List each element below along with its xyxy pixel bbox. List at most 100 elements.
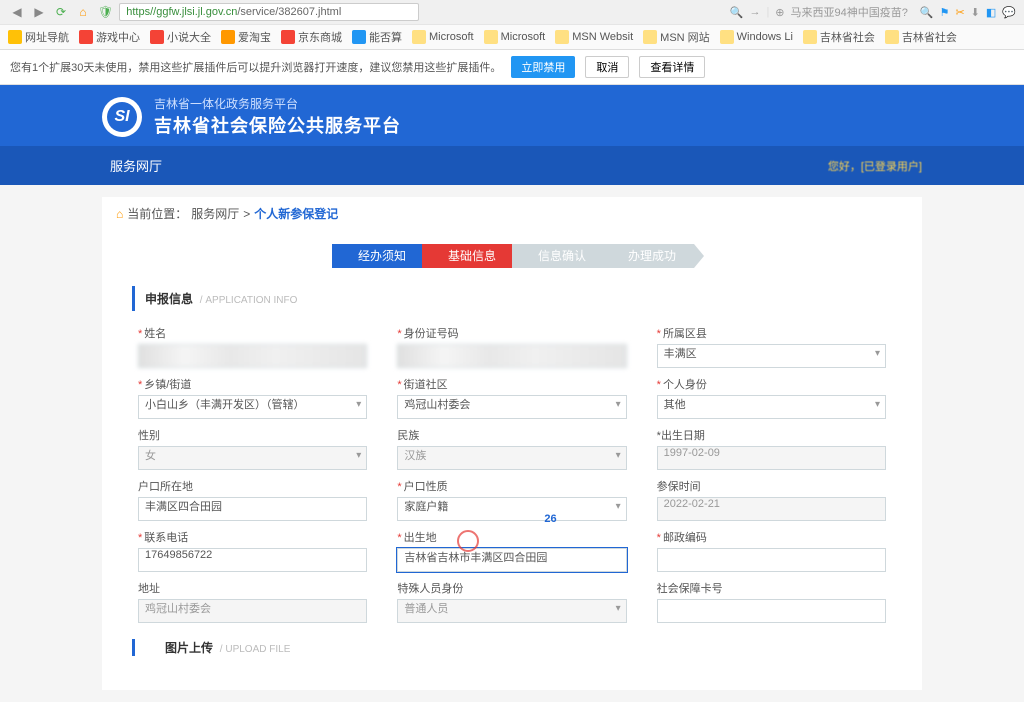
bookmark-item[interactable]: Windows Li: [720, 30, 793, 44]
hukou-type-select[interactable]: 家庭户籍: [397, 497, 626, 521]
bookmark-item[interactable]: MSN 网站: [643, 29, 710, 45]
logo-icon: SI: [102, 97, 142, 137]
bookmark-item[interactable]: Microsoft: [484, 30, 546, 44]
nation-select[interactable]: 汉族: [397, 446, 626, 470]
phone-input[interactable]: 17649856722: [138, 548, 367, 572]
postcode-input[interactable]: [657, 548, 886, 572]
idcard-input[interactable]: [397, 344, 626, 368]
section-application-info: 申报信息 / APPLICATION INFO: [132, 286, 892, 311]
field-township: *乡镇/街道小白山乡（丰满开发区）（管辖）: [138, 376, 367, 419]
step-basic-info: 基础信息: [422, 244, 514, 268]
name-input[interactable]: [138, 344, 367, 368]
folder-icon: [484, 30, 498, 44]
identity-select[interactable]: 其他: [657, 395, 886, 419]
sscard-input[interactable]: [657, 599, 886, 623]
nav-tab-service[interactable]: 服务网厅: [102, 152, 170, 179]
folder-icon: [555, 30, 569, 44]
cancel-button[interactable]: 取消: [585, 56, 629, 78]
site-icon: ⊕: [775, 6, 784, 19]
url-path: /service/382607.jhtml: [237, 6, 341, 18]
field-sscard: 社会保障卡号: [657, 580, 886, 623]
home-icon: ⌂: [116, 207, 123, 221]
field-gender: 性别女: [138, 427, 367, 470]
community-select[interactable]: 鸡冠山村委会: [397, 395, 626, 419]
star-icon: [8, 30, 22, 44]
bookmark-item[interactable]: 小说大全: [150, 29, 211, 45]
bookmark-item[interactable]: 网址导航: [8, 29, 69, 45]
bookmark-item[interactable]: MSN Websit: [555, 30, 633, 44]
field-hukou-addr: 户口所在地丰满区四合田园: [138, 478, 367, 521]
step-confirm: 信息确认: [512, 244, 604, 268]
scissors-icon[interactable]: ✂: [955, 6, 964, 19]
download-icon[interactable]: ⬇: [971, 6, 980, 19]
field-insure-time: 参保时间2022-02-21: [657, 478, 886, 521]
search-hint: 🔍: [730, 6, 744, 19]
news-text[interactable]: 马来西亚94神中国疫苗?: [791, 4, 908, 20]
url-domain: //ggfw.jlsi.jl.gov.cn: [150, 6, 237, 18]
field-phone: *联系电话17649856722: [138, 529, 367, 572]
field-nation: 民族汉族: [397, 427, 626, 470]
bookmark-item[interactable]: 吉林省社会: [803, 29, 875, 45]
field-identity: *个人身份其他: [657, 376, 886, 419]
zoom-icon[interactable]: 🔍: [920, 6, 934, 19]
field-hukou-type: *户口性质家庭户籍: [397, 478, 626, 521]
folder-icon: [643, 30, 657, 44]
user-greeting: 您好，[已登录用户]: [828, 158, 922, 174]
extension-notify-bar: 您有1个扩展30天未使用，禁用这些扩展插件后可以提升浏览器打开速度，建议您禁用这…: [0, 50, 1024, 85]
birth-input[interactable]: 1997-02-09: [657, 446, 886, 470]
address-input[interactable]: 鸡冠山村委会: [138, 599, 367, 623]
disable-now-button[interactable]: 立即禁用: [511, 56, 575, 78]
browser-chrome: ◀ ▶ ⟳ ⌂ 🛡 https//ggfw.jlsi.jl.gov.cn/ser…: [0, 0, 1024, 50]
bookmark-item[interactable]: 京东商城: [281, 29, 342, 45]
stepper: 经办须知 基础信息 信息确认 办理成功: [102, 244, 922, 268]
bookmark-item[interactable]: 吉林省社会: [885, 29, 957, 45]
game-icon: [79, 30, 93, 44]
arrow-icon: →: [749, 6, 760, 18]
url-scheme: https: [126, 6, 150, 18]
nav-refresh-icon[interactable]: ⟳: [52, 3, 70, 21]
nav-bar: 服务网厅 您好，[已登录用户]: [0, 146, 1024, 185]
cursor-position-indicator: 26: [544, 513, 556, 525]
browser-toolbar: ◀ ▶ ⟳ ⌂ 🛡 https//ggfw.jlsi.jl.gov.cn/ser…: [0, 0, 1024, 24]
field-idcard: *身份证号码: [397, 325, 626, 368]
nav-back-icon[interactable]: ◀: [8, 3, 26, 21]
township-select[interactable]: 小白山乡（丰满开发区）（管辖）: [138, 395, 367, 419]
url-bar[interactable]: https//ggfw.jlsi.jl.gov.cn/service/38260…: [119, 3, 419, 21]
gender-select[interactable]: 女: [138, 446, 367, 470]
calc-icon: [352, 30, 366, 44]
breadcrumb-current: 个人新参保登记: [254, 205, 338, 222]
flag-icon[interactable]: ⚑: [940, 6, 950, 19]
chat-icon[interactable]: 💬: [1002, 6, 1016, 19]
section-upload-file: 图片上传 / UPLOAD FILE: [132, 639, 892, 656]
step-notice: 经办须知: [332, 244, 424, 268]
district-select[interactable]: 丰满区: [657, 344, 886, 368]
bookmark-item[interactable]: Microsoft: [412, 30, 474, 44]
birth-place-input[interactable]: 吉林省吉林市丰满区四合田园: [397, 548, 626, 572]
content-panel: ⌂ 当前位置： 服务网厅 > 个人新参保登记 经办须知 基础信息 信息确认 办理…: [102, 197, 922, 690]
special-select[interactable]: 普通人员: [397, 599, 626, 623]
breadcrumb-prefix: 当前位置：: [127, 205, 187, 222]
insure-time-input[interactable]: 2022-02-21: [657, 497, 886, 521]
nav-home-icon[interactable]: ⌂: [74, 3, 92, 21]
field-address: 地址鸡冠山村委会: [138, 580, 367, 623]
breadcrumb-lvl1[interactable]: 服务网厅: [191, 205, 239, 222]
book-icon: [150, 30, 164, 44]
field-community: *街道社区鸡冠山村委会: [397, 376, 626, 419]
ext-icon[interactable]: ◧: [986, 6, 996, 19]
folder-icon: [720, 30, 734, 44]
folder-icon: [412, 30, 426, 44]
bookmark-item[interactable]: 能否算: [352, 29, 402, 45]
form-grid: *姓名 *身份证号码 *所属区县丰满区 *乡镇/街道小白山乡（丰满开发区）（管辖…: [102, 325, 922, 639]
field-special: 特殊人员身份普通人员: [397, 580, 626, 623]
bookmark-item[interactable]: 爱淘宝: [221, 29, 271, 45]
nav-forward-icon[interactable]: ▶: [30, 3, 48, 21]
detail-button[interactable]: 查看详情: [639, 56, 705, 78]
notify-text: 您有1个扩展30天未使用，禁用这些扩展插件后可以提升浏览器打开速度，建议您禁用这…: [10, 59, 501, 75]
field-birth: *出生日期1997-02-09: [657, 427, 886, 470]
field-name: *姓名: [138, 325, 367, 368]
site-header: SI 吉林省一体化政务服务平台 吉林省社会保险公共服务平台 服务网厅 您好，[已…: [0, 85, 1024, 185]
bookmark-item[interactable]: 游戏中心: [79, 29, 140, 45]
site-subtitle: 吉林省一体化政务服务平台: [154, 95, 401, 112]
field-postcode: *邮政编码: [657, 529, 886, 572]
hukou-addr-input[interactable]: 丰满区四合田园: [138, 497, 367, 521]
